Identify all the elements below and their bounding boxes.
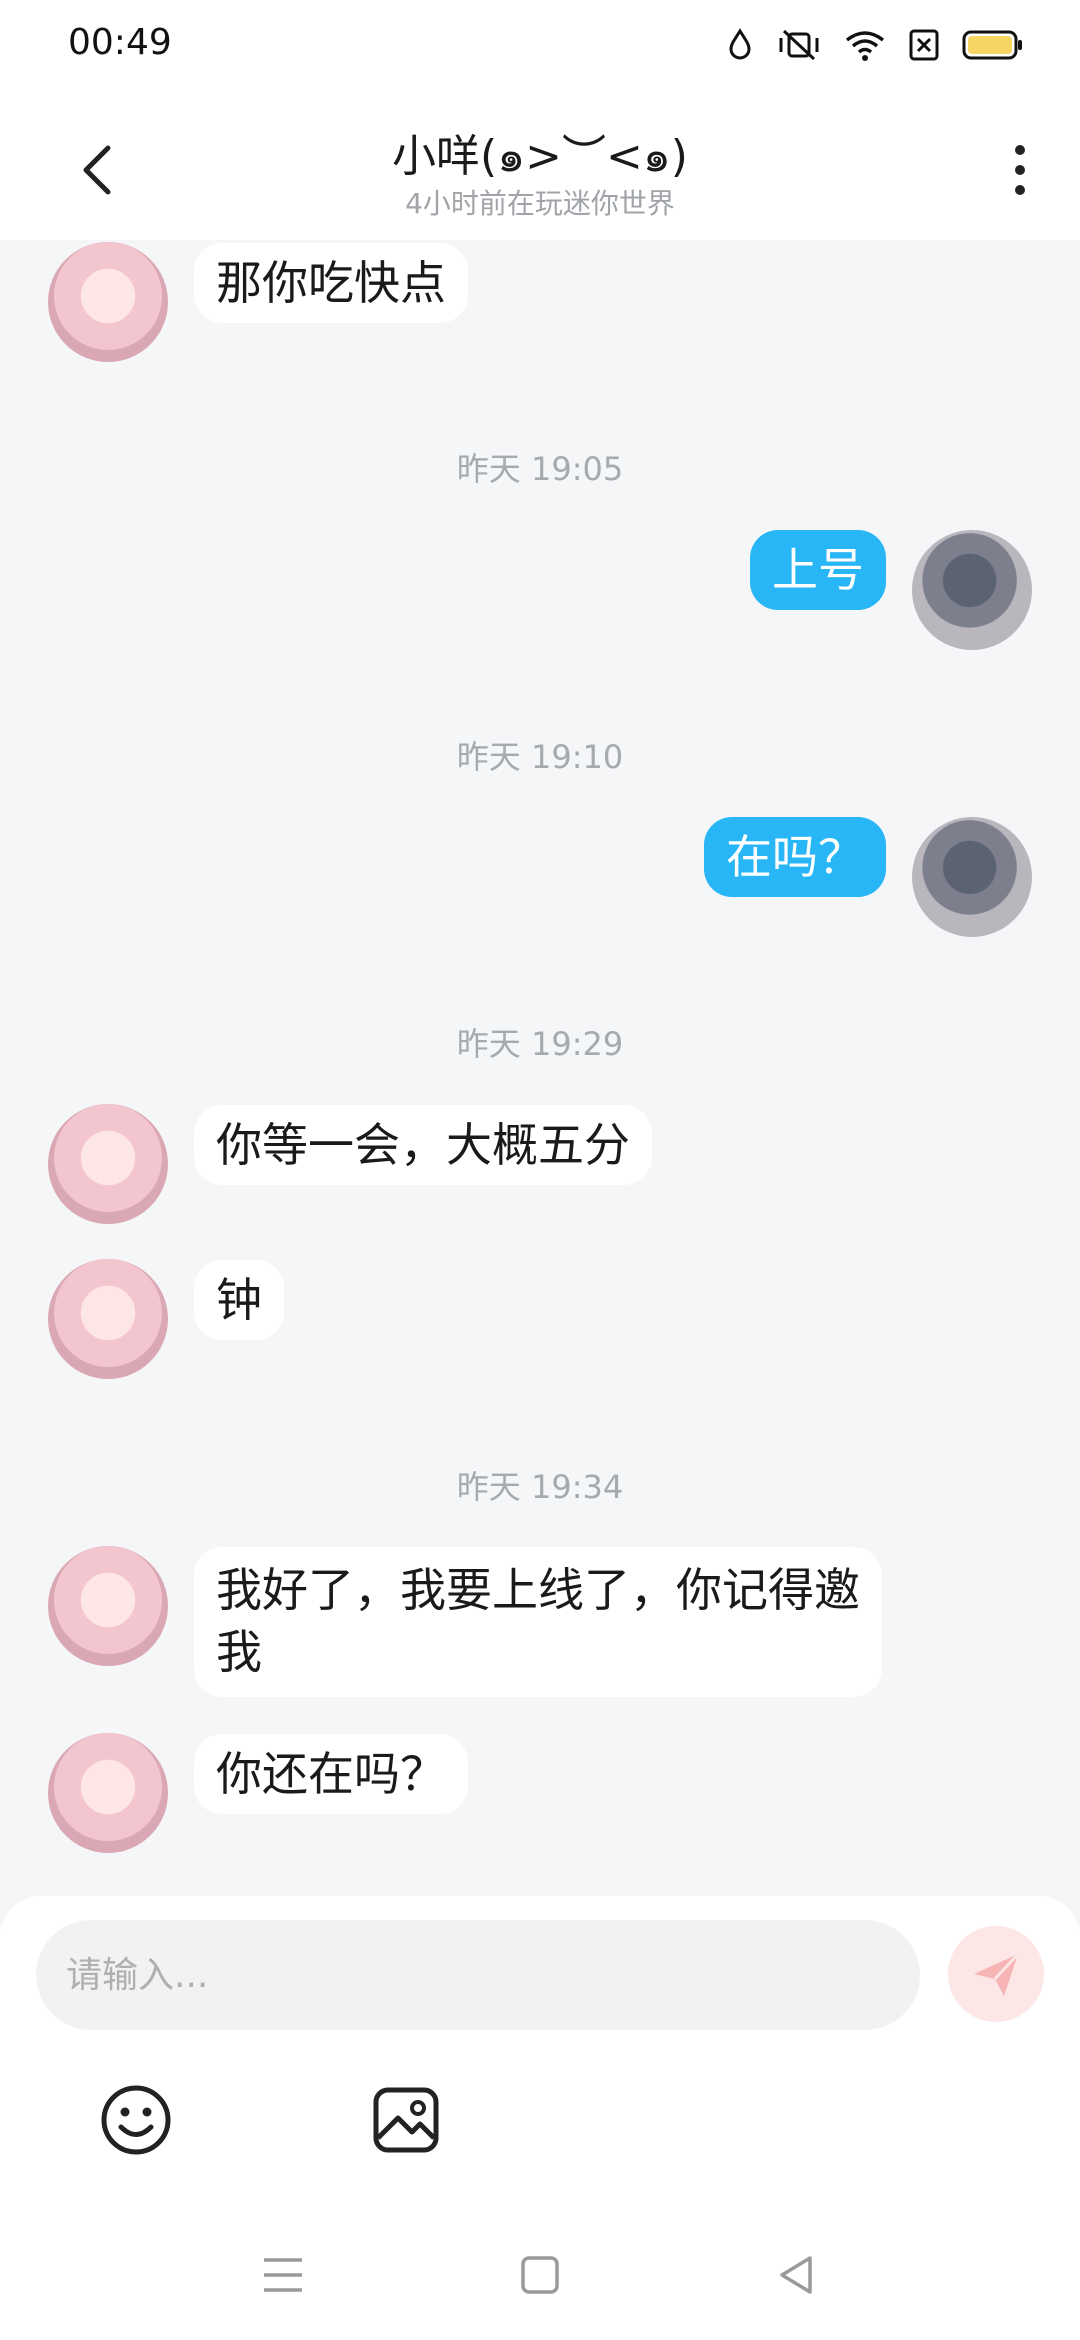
more-vertical-icon[interactable] (1000, 140, 1040, 200)
contact-status: 4小时前在玩迷你世界 (405, 187, 675, 220)
contact-avatar[interactable] (48, 242, 168, 362)
menu-icon[interactable] (258, 2250, 308, 2300)
contact-name: 小咩(๑>︶<๑) (392, 131, 688, 182)
outgoing-message[interactable]: 在吗？ (704, 817, 886, 897)
sim-off-icon (909, 29, 939, 61)
back-triangle-icon[interactable] (772, 2250, 822, 2300)
home-square-icon[interactable] (515, 2250, 565, 2300)
my-avatar[interactable] (912, 817, 1032, 937)
status-time: 00:49 (68, 22, 172, 63)
incoming-message[interactable]: 你等一会，大概五分 (194, 1105, 652, 1185)
timestamp: 昨天 19:34 (456, 1468, 624, 1506)
incoming-message[interactable]: 你还在吗？ (194, 1734, 468, 1814)
system-nav-bar (0, 2210, 1080, 2340)
image-icon[interactable] (366, 2080, 446, 2160)
vibrate-mute-icon (779, 29, 819, 61)
contact-avatar[interactable] (48, 1546, 168, 1666)
send-icon (974, 1952, 1020, 1996)
contact-avatar[interactable] (48, 1259, 168, 1379)
outgoing-message[interactable]: 上号 (750, 530, 886, 610)
emoji-icon[interactable] (96, 2080, 176, 2160)
battery-icon (962, 30, 1022, 60)
timestamp: 昨天 19:29 (456, 1025, 624, 1063)
contact-avatar[interactable] (48, 1733, 168, 1853)
send-button[interactable] (948, 1926, 1044, 2022)
status-bar: 00:49 (0, 0, 1080, 98)
my-avatar[interactable] (912, 530, 1032, 650)
water-drop-icon (729, 28, 751, 60)
timestamp: 昨天 19:10 (456, 738, 624, 776)
timestamp: 昨天 19:05 (456, 450, 624, 488)
wifi-icon (845, 31, 885, 61)
incoming-message[interactable]: 那你吃快点 (194, 243, 468, 323)
incoming-message[interactable]: 钟 (194, 1260, 284, 1340)
incoming-message[interactable]: 我好了，我要上线了，你记得邀 我 (194, 1547, 882, 1697)
status-icons (726, 28, 1024, 62)
contact-avatar[interactable] (48, 1104, 168, 1224)
message-input[interactable] (36, 1920, 920, 2030)
chat-header: 小咩(๑>︶<๑) 4小时前在玩迷你世界 (0, 98, 1080, 240)
